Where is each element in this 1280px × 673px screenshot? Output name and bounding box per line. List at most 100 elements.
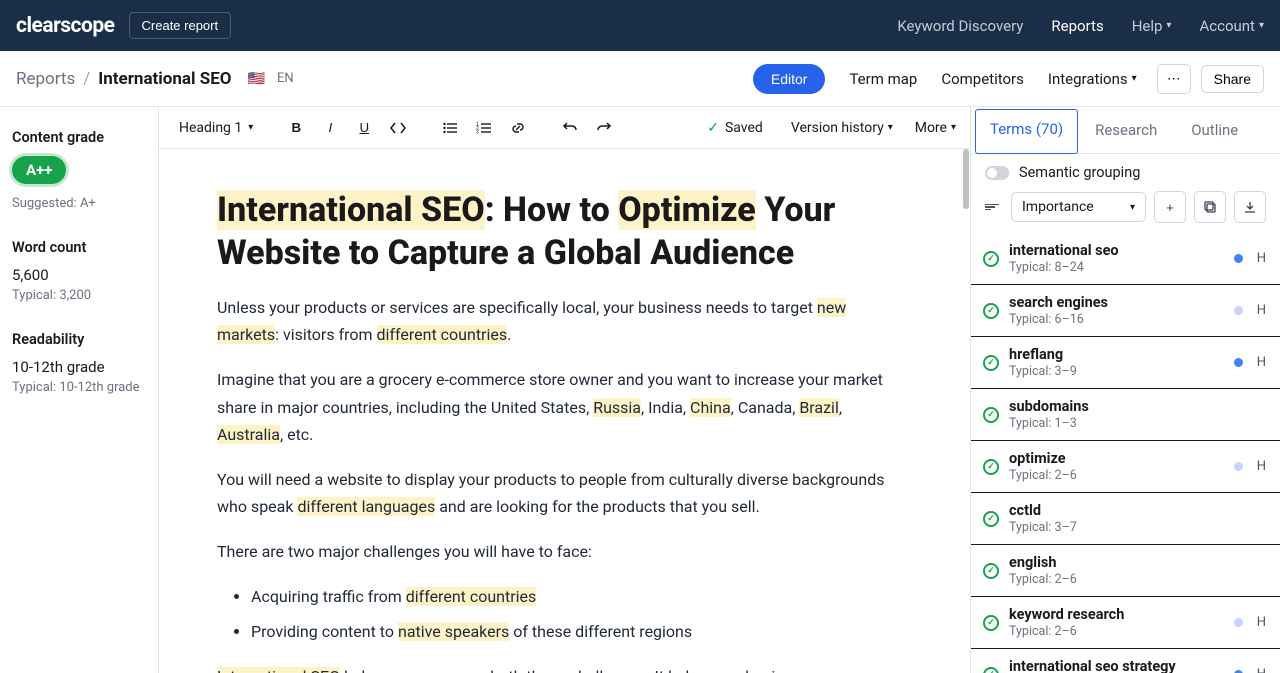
indicator-dot <box>1234 306 1243 315</box>
tab-terms[interactable]: Terms (70) <box>975 109 1078 154</box>
chevron-down-icon: ▾ <box>1259 20 1264 31</box>
terms-sidebar: Terms (70) Research Outline Semantic gro… <box>971 107 1280 673</box>
page-title: International SEO <box>98 69 231 89</box>
copy-button[interactable] <box>1194 191 1226 223</box>
term-name: search engines <box>1009 294 1224 311</box>
italic-button[interactable]: I <box>315 113 345 143</box>
term-typical: Typical: 1–3 <box>1009 416 1266 431</box>
term-item[interactable]: subdomainsTypical: 1–3 <box>971 389 1280 441</box>
heading-badge: H <box>1257 667 1266 673</box>
paragraph[interactable]: Unless your products or services are spe… <box>217 294 900 348</box>
check-icon: ✓ <box>707 120 719 136</box>
term-item[interactable]: international seoTypical: 8–24H <box>971 233 1280 285</box>
check-circle-icon <box>983 251 999 267</box>
logo: clearscope <box>16 14 115 38</box>
word-count-value: 5,600 <box>12 266 148 284</box>
semantic-grouping-toggle[interactable] <box>985 166 1009 180</box>
link-button[interactable] <box>503 113 533 143</box>
undo-button[interactable] <box>555 113 585 143</box>
add-term-button[interactable]: + <box>1154 191 1186 223</box>
tab-research[interactable]: Research <box>1078 107 1174 153</box>
term-typical: Typical: 3–7 <box>1009 520 1266 535</box>
style-dropdown[interactable]: Heading 1▾ <box>173 116 259 140</box>
stats-sidebar: Content grade A++ Suggested: A+ Word cou… <box>0 107 158 673</box>
term-item[interactable]: international seo strategyTypical: 2–4H <box>971 649 1280 673</box>
term-typical: Typical: 2–6 <box>1009 468 1224 483</box>
term-item[interactable]: englishTypical: 2–6 <box>971 545 1280 597</box>
content-grade-suggested: Suggested: A+ <box>12 196 148 211</box>
breadcrumb-reports[interactable]: Reports <box>16 69 75 89</box>
numbered-list-button[interactable]: 123 <box>469 113 499 143</box>
language-code: EN <box>277 71 294 86</box>
check-circle-icon <box>983 511 999 527</box>
term-name: international seo <box>1009 242 1224 259</box>
heading-badge: H <box>1257 459 1266 474</box>
check-circle-icon <box>983 667 999 673</box>
more-menu-button[interactable]: ⋯ <box>1157 64 1191 94</box>
readability-label: Readability <box>12 331 148 348</box>
chevron-down-icon: ▾ <box>1166 20 1171 31</box>
competitors-tab[interactable]: Competitors <box>941 70 1024 88</box>
underline-button[interactable]: U <box>349 113 379 143</box>
code-button[interactable] <box>383 113 413 143</box>
nav-keyword-discovery[interactable]: Keyword Discovery <box>897 17 1023 35</box>
term-typical: Typical: 2–6 <box>1009 572 1266 587</box>
paragraph[interactable]: Imagine that you are a grocery e-commerc… <box>217 366 900 448</box>
term-item[interactable]: hreflangTypical: 3–9 H <box>971 337 1280 389</box>
check-circle-icon <box>983 407 999 423</box>
version-history-button[interactable]: Version history▾ <box>791 120 893 136</box>
more-dropdown[interactable]: More▾ <box>915 120 956 136</box>
editor-tab[interactable]: Editor <box>753 64 826 94</box>
term-typical: Typical: 2–6 <box>1009 624 1224 639</box>
heading-badge: H <box>1257 615 1266 630</box>
content-grade-badge: A++ <box>12 156 66 184</box>
importance-dropdown[interactable]: Importance▾ <box>1011 192 1146 222</box>
nav-reports[interactable]: Reports <box>1051 17 1103 35</box>
nav-help[interactable]: Help▾ <box>1132 17 1172 35</box>
term-item[interactable]: keyword researchTypical: 2–6H <box>971 597 1280 649</box>
redo-button[interactable] <box>589 113 619 143</box>
document-heading[interactable]: International SEO: How to Optimize Your … <box>217 189 900 274</box>
breadcrumb-separator: / <box>83 69 90 89</box>
dots-icon: ⋯ <box>1167 71 1180 87</box>
term-item[interactable]: search enginesTypical: 6–16H <box>971 285 1280 337</box>
download-button[interactable] <box>1234 191 1266 223</box>
semantic-grouping-label: Semantic grouping <box>1019 164 1140 181</box>
breadcrumb: Reports / International SEO 🇺🇸 EN <box>16 69 294 89</box>
bullet-list-button[interactable] <box>435 113 465 143</box>
term-item[interactable]: optimizeTypical: 2–6H <box>971 441 1280 493</box>
term-name: english <box>1009 554 1266 571</box>
create-report-button[interactable]: Create report <box>129 12 232 39</box>
flag-icon: 🇺🇸 <box>248 71 265 87</box>
term-typical: Typical: 3–9 <box>1009 364 1224 379</box>
svg-text:3: 3 <box>476 129 479 135</box>
scrollbar-thumb[interactable] <box>963 149 969 209</box>
chevron-down-icon: ▾ <box>888 122 893 133</box>
bullet-list[interactable]: Acquiring traffic from different countri… <box>217 584 900 645</box>
integrations-tab[interactable]: Integrations▾ <box>1048 70 1137 88</box>
indicator-dot <box>1234 254 1243 263</box>
nav-account[interactable]: Account▾ <box>1199 17 1264 35</box>
term-item[interactable]: cctldTypical: 3–7 <box>971 493 1280 545</box>
indicator-dot <box>1234 358 1243 367</box>
paragraph[interactable]: There are two major challenges you will … <box>217 538 900 565</box>
term-name: subdomains <box>1009 398 1266 415</box>
heading-badge: H <box>1257 355 1266 370</box>
paragraph[interactable]: International SEO helps you overcome bot… <box>217 663 900 673</box>
document-editor[interactable]: International SEO: How to Optimize Your … <box>159 149 970 673</box>
sort-icon[interactable] <box>985 204 1003 211</box>
check-circle-icon <box>983 615 999 631</box>
term-name: hreflang <box>1009 346 1224 363</box>
list-item[interactable]: Providing content to native speakers of … <box>251 619 900 645</box>
term-name: cctld <box>1009 502 1266 519</box>
indicator-dot <box>1234 618 1243 627</box>
readability-typical: Typical: 10-12th grade <box>12 380 148 395</box>
paragraph[interactable]: You will need a website to display your … <box>217 466 900 520</box>
term-name: international seo strategy <box>1009 658 1224 673</box>
share-button[interactable]: Share <box>1201 65 1264 93</box>
list-item[interactable]: Acquiring traffic from different countri… <box>251 584 900 610</box>
chevron-down-icon: ▾ <box>1132 73 1137 84</box>
bold-button[interactable]: B <box>281 113 311 143</box>
tab-outline[interactable]: Outline <box>1174 107 1255 153</box>
term-map-tab[interactable]: Term map <box>849 70 917 88</box>
